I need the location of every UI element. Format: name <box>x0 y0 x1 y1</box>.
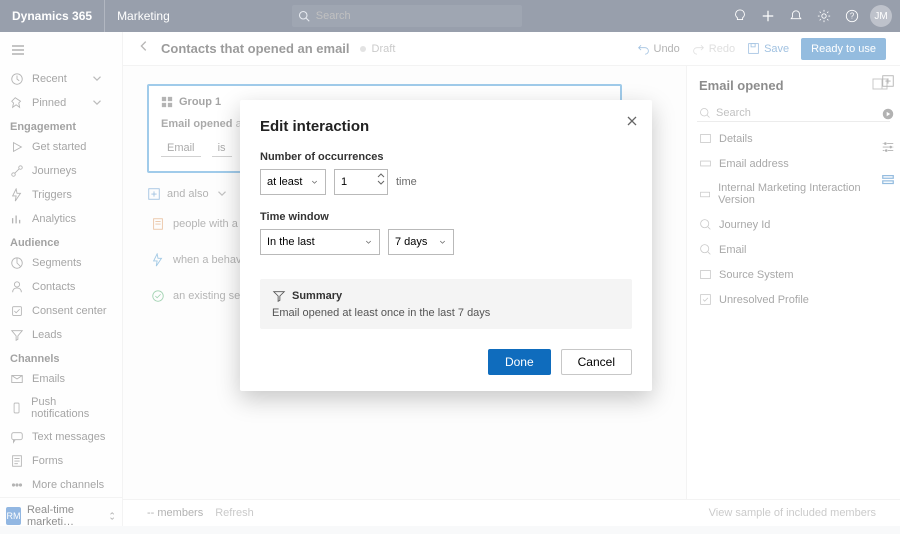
time-window-span-select[interactable]: 7 days <box>388 229 454 255</box>
occurrences-unit: time <box>396 176 417 188</box>
dialog-title: Edit interaction <box>260 118 632 135</box>
step-up-icon[interactable] <box>377 171 385 179</box>
occurrences-operator-select[interactable]: at least <box>260 169 326 195</box>
done-button[interactable]: Done <box>488 349 551 375</box>
chevron-down-icon <box>364 238 373 247</box>
time-window-operator-select[interactable]: In the last <box>260 229 380 255</box>
close-button[interactable] <box>626 114 638 132</box>
chevron-down-icon <box>310 178 319 187</box>
chevron-down-icon <box>438 238 447 247</box>
cancel-button[interactable]: Cancel <box>561 349 632 375</box>
edit-interaction-dialog: Edit interaction Number of occurrences a… <box>240 100 652 391</box>
summary-box: Summary Email opened at least once in th… <box>260 279 632 329</box>
summary-text: Email opened at least once in the last 7… <box>272 307 620 319</box>
step-down-icon[interactable] <box>377 179 385 187</box>
summary-label: Summary <box>292 290 342 302</box>
occurrences-label: Number of occurrences <box>260 151 632 163</box>
time-window-label: Time window <box>260 211 632 223</box>
summary-icon <box>272 289 286 303</box>
occurrences-count-input[interactable] <box>334 169 388 195</box>
